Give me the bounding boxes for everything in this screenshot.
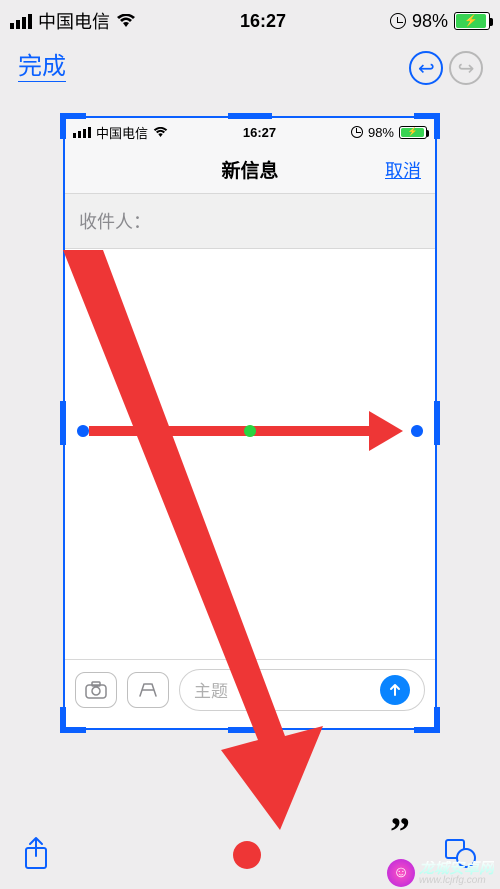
- crop-handle-top[interactable]: [228, 113, 272, 119]
- clock-label: 16:27: [136, 11, 390, 32]
- crop-frame[interactable]: 中国电信 16:27 98% ⚡ 新信息 取消 收件人：: [63, 116, 437, 730]
- wifi-icon: [116, 14, 136, 28]
- redo-button: ↪: [446, 48, 486, 88]
- watermark-line2: www.lcjrfg.com: [419, 876, 494, 886]
- signal-icon: [10, 14, 32, 29]
- crop-handle-br[interactable]: [414, 707, 440, 733]
- share-button[interactable]: [22, 836, 50, 875]
- watermark-logo-icon: ☺: [387, 859, 415, 887]
- undo-button[interactable]: ↪: [406, 48, 446, 88]
- editor-toolbar: 完成 ↪ ↪: [0, 42, 500, 94]
- crop-handle-right[interactable]: [434, 401, 440, 445]
- alarm-icon: [390, 13, 406, 29]
- battery-pct: 98%: [412, 11, 448, 32]
- crop-handle-left[interactable]: [60, 401, 66, 445]
- quote-icon: ”: [390, 808, 410, 855]
- crop-handle-tl[interactable]: [60, 113, 86, 139]
- done-button[interactable]: 完成: [18, 54, 66, 81]
- crop-handle-tr[interactable]: [414, 113, 440, 139]
- battery-icon: ⚡: [454, 12, 490, 30]
- watermark: ☺ 龙城安卓网 www.lcjrfg.com: [387, 859, 494, 887]
- outer-status-bar: 中国电信 16:27 98% ⚡: [0, 0, 500, 42]
- watermark-line1: 龙城安卓网: [419, 861, 494, 876]
- pen-color-button[interactable]: [233, 841, 261, 869]
- crop-handle-bl[interactable]: [60, 707, 86, 733]
- crop-border[interactable]: [63, 116, 437, 730]
- crop-handle-bottom[interactable]: [228, 727, 272, 733]
- carrier-label: 中国电信: [38, 8, 110, 34]
